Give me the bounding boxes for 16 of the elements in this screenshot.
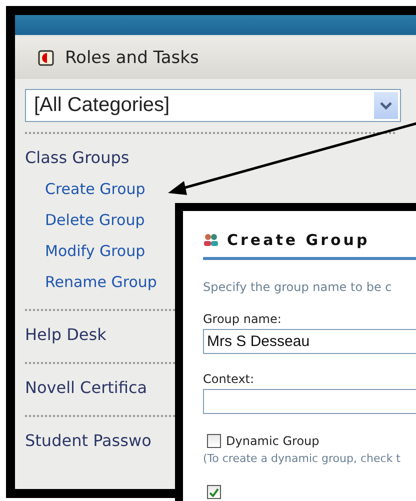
group-icon [203, 233, 219, 247]
field-label: Context: [203, 372, 256, 386]
checkbox-label: Dynamic Group [226, 434, 320, 448]
roles-icon [37, 50, 55, 66]
checkbox[interactable] [207, 434, 221, 448]
task-link[interactable]: Create Group [25, 175, 416, 206]
category-select[interactable]: [All Categories] [25, 89, 401, 122]
input-field[interactable]: Mrs S Desseau [203, 329, 416, 354]
hint-text: (To create a dynamic group, check t [203, 452, 402, 465]
checkbox[interactable] [207, 485, 221, 499]
panel-title: Roles and Tasks [65, 48, 199, 68]
input-field[interactable] [203, 389, 416, 414]
instruction-text: Specify the group name to be c [203, 280, 393, 294]
dialog-title: Create Group [227, 231, 370, 249]
category-heading[interactable]: Class Groups [25, 134, 416, 175]
field-label: Group name: [203, 312, 282, 326]
